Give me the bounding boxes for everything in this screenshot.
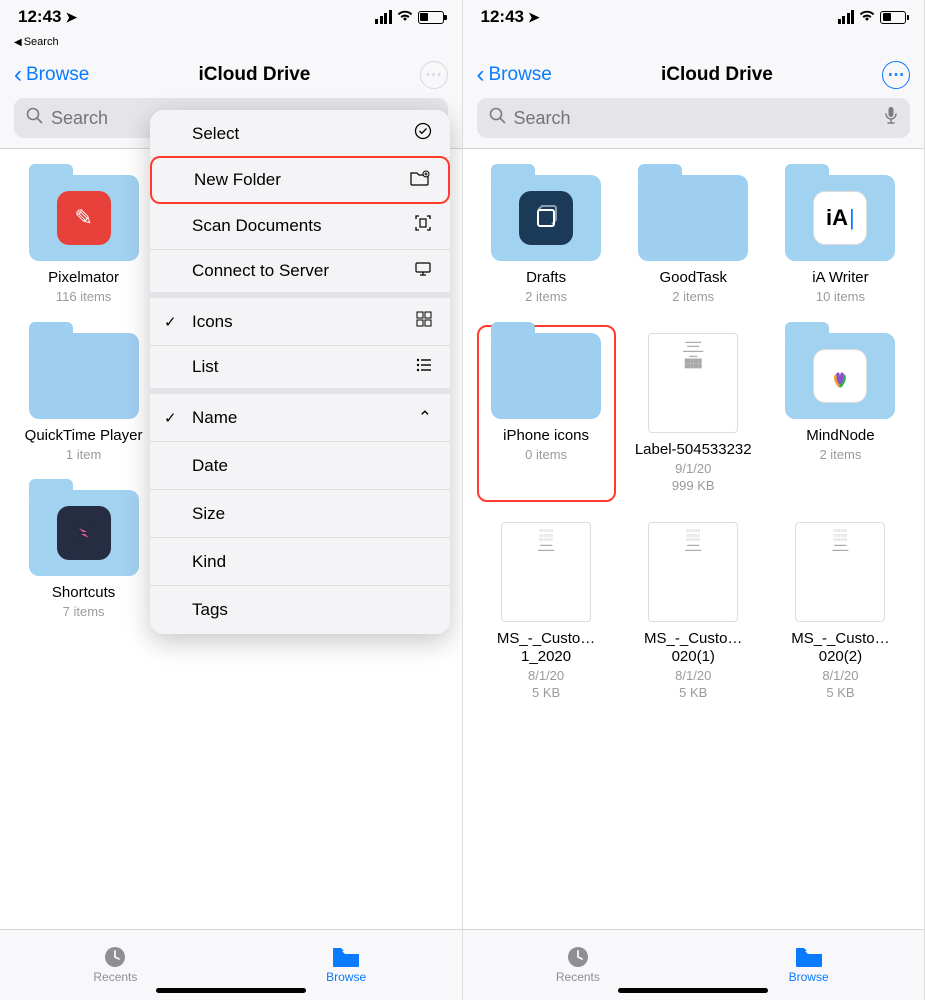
tab-bar: Recents Browse [463,929,925,1000]
files-grid[interactable]: Drafts 2 items GoodTask 2 items iA| iA W… [463,149,925,930]
folder-drafts[interactable]: Drafts 2 items [477,175,616,305]
file-label[interactable]: ▬▬▬▬▬▬▬▬▬▬▬▬▬▬████████████ Label-5045332… [624,333,763,494]
options-popover: Select New Folder Scan Documents Connect… [150,110,450,634]
iawriter-icon: iA| [813,191,867,245]
search-icon [26,107,43,129]
wifi-icon [858,7,876,27]
search-field[interactable] [477,98,911,138]
check-icon: ✓ [164,313,177,331]
mindnode-icon [813,349,867,403]
nav-bar: ‹ Browse iCloud Drive ⋯ [463,50,925,98]
status-bar: 12:43 ➤ [463,0,925,34]
phone-right: 12:43 ➤ ‹ Browse iCloud Drive ⋯ [463,0,925,1000]
search-input[interactable] [514,108,877,129]
more-button[interactable]: ⋯ [420,61,448,89]
nav-back-button[interactable]: ‹ Browse [14,61,89,89]
status-time: 12:43 [18,7,61,27]
location-icon: ➤ [65,9,77,26]
nav-title: iCloud Drive [89,64,419,86]
chevron-left-icon: ‹ [477,61,485,89]
status-bar: 12:43 ➤ [0,0,462,34]
folder-mindnode[interactable]: MindNode 2 items [771,333,910,494]
signal-icon [838,10,855,24]
new-folder-icon [410,170,430,191]
back-triangle-icon: ◀ [14,37,22,48]
menu-connect-server[interactable]: Connect to Server [150,250,450,298]
file-ms-custo-2[interactable]: ≡≡≡≡≡≡≡≡≡≡≡≡≡≡≡≡≡≡▬▬▬▬▬▬▬ MS_-_Custo…020… [624,522,763,701]
battery-icon [418,11,444,24]
menu-sort-kind[interactable]: Kind [150,538,450,586]
location-icon: ➤ [528,9,540,26]
search-icon [489,107,506,129]
folder-quicktime[interactable]: QuickTime Player 1 item [14,333,153,463]
phone-left: 12:43 ➤ ◀ Search ‹ Browse iCloud Drive ⋯ [0,0,463,1000]
grid-icon [416,311,432,332]
folder-icon [795,946,823,968]
folder-shortcuts[interactable]: Shortcuts 7 items [14,490,153,620]
check-icon: ✓ [164,409,177,427]
folder-pixelmator[interactable]: ✎ Pixelmator 116 items [14,175,153,305]
wifi-icon [396,7,414,27]
nav-title: iCloud Drive [552,64,882,86]
scan-icon [414,214,432,237]
menu-view-icons[interactable]: ✓ Icons [150,298,450,346]
drafts-icon [519,191,573,245]
chevron-left-icon: ‹ [14,61,22,89]
menu-sort-name[interactable]: ✓ Name ⌃ [150,394,450,442]
file-thumbnail: ≡≡≡≡≡≡≡≡≡≡≡≡≡≡≡≡≡≡▬▬▬▬▬▬▬ [795,522,885,622]
nav-bar: ‹ Browse iCloud Drive ⋯ [0,50,462,98]
menu-sort-date[interactable]: Date [150,442,450,490]
file-thumbnail: ▬▬▬▬▬▬▬▬▬▬▬▬▬▬████████████ [648,333,738,433]
folder-goodtask[interactable]: GoodTask 2 items [624,175,763,305]
signal-icon [375,10,392,24]
chevron-up-icon: ⌃ [418,408,432,428]
file-ms-custo-3[interactable]: ≡≡≡≡≡≡≡≡≡≡≡≡≡≡≡≡≡≡▬▬▬▬▬▬▬ MS_-_Custo…020… [771,522,910,701]
tab-bar: Recents Browse [0,929,462,1000]
home-indicator[interactable] [156,988,306,993]
nav-back-button[interactable]: ‹ Browse [477,61,552,89]
dictate-icon[interactable] [884,106,898,131]
menu-new-folder[interactable]: New Folder [150,156,450,204]
file-thumbnail: ≡≡≡≡≡≡≡≡≡≡≡≡≡≡≡≡≡≡▬▬▬▬▬▬▬ [648,522,738,622]
menu-select[interactable]: Select [150,110,450,158]
menu-sort-size[interactable]: Size [150,490,450,538]
status-time: 12:43 [481,7,524,27]
folder-iphone-icons[interactable]: iPhone icons 0 items [477,325,616,502]
file-ms-custo-1[interactable]: ≡≡≡≡≡≡≡≡≡≡≡≡≡≡≡≡≡≡▬▬▬▬▬▬▬ MS_-_Custo…1_2… [477,522,616,701]
shortcuts-icon [57,506,111,560]
pixelmator-icon: ✎ [57,191,111,245]
file-thumbnail: ≡≡≡≡≡≡≡≡≡≡≡≡≡≡≡≡≡≡▬▬▬▬▬▬▬ [501,522,591,622]
select-icon [414,122,432,145]
home-indicator[interactable] [618,988,768,993]
list-icon [416,357,432,377]
clock-icon [564,946,592,968]
folder-iawriter[interactable]: iA| iA Writer 10 items [771,175,910,305]
menu-sort-tags[interactable]: Tags [150,586,450,634]
battery-icon [880,11,906,24]
server-icon [414,261,432,282]
back-to-search[interactable]: ◀ Search [0,34,462,50]
menu-view-list[interactable]: List [150,346,450,394]
more-button[interactable]: ⋯ [882,61,910,89]
folder-icon [332,946,360,968]
clock-icon [101,946,129,968]
menu-scan-documents[interactable]: Scan Documents [150,202,450,250]
